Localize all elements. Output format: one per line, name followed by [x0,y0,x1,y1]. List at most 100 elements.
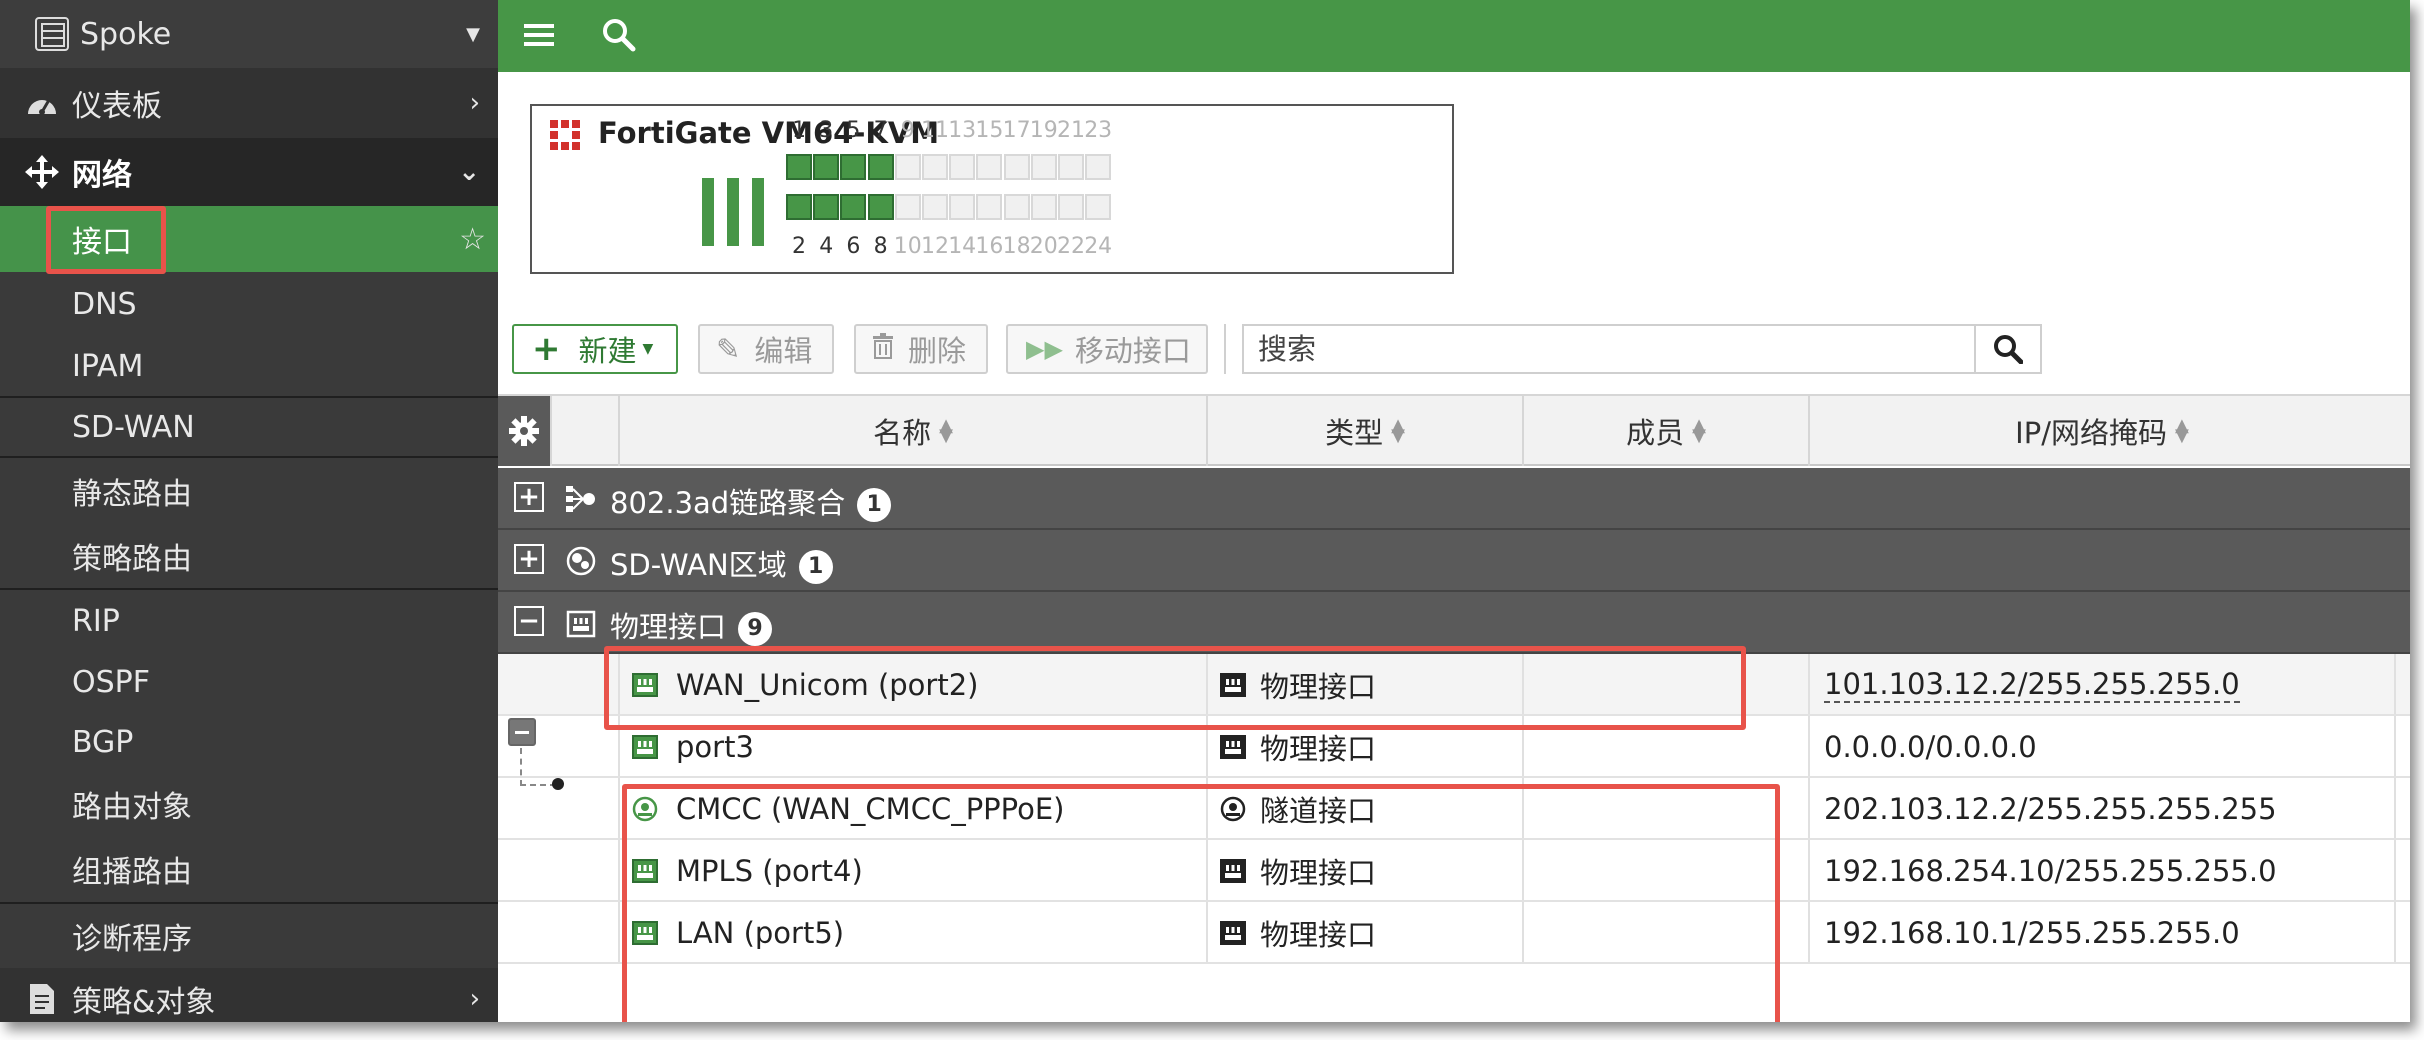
column-name[interactable]: 名称 ▲ ▼ [618,396,1206,466]
delete-button[interactable]: 删除 [854,324,988,374]
ip-cell: 192.168.254.10/255.255.255.0 [1824,840,2384,902]
search-button[interactable] [1974,326,2040,372]
sidebar-item-label: 路由对象 [72,790,192,825]
port-top[interactable] [867,154,894,180]
chevron-right-icon: › [469,984,480,1014]
expand-icon[interactable]: + [514,544,544,574]
count-badge: 1 [857,487,892,522]
port-bottom[interactable] [1030,194,1057,220]
port-top[interactable] [840,154,867,180]
column-members[interactable]: 成员 ▲ ▼ [1522,396,1808,466]
port-bottom[interactable] [949,194,976,220]
menu-icon[interactable] [524,20,554,50]
group-label-text: 物理接口 [610,610,727,644]
port-top[interactable] [813,154,840,180]
column-divider [618,902,620,962]
sidebar-item-label: SD-WAN [72,409,195,445]
port-top[interactable] [976,154,1003,180]
sidebar: Spoke ▼ 仪表板 › 网络 ⌄ 接口 ☆ DNS IPAM SD-WAN … [0,0,498,1022]
port-bottom[interactable] [813,194,840,220]
column-type[interactable]: 类型 ▲ ▼ [1206,396,1522,466]
port-bottom[interactable] [1003,194,1030,220]
port-bottom[interactable] [1058,194,1084,220]
sidebar-item-sdwan[interactable]: SD-WAN [0,398,498,456]
column-divider [2394,654,2396,714]
port-top[interactable] [1003,154,1030,180]
interface-name[interactable]: port3 [676,730,754,764]
port-bottom[interactable] [786,194,812,220]
port-top[interactable] [922,154,948,180]
expand-icon[interactable]: + [514,482,544,512]
move-interface-button[interactable]: ▶▶ 移动接口 [1006,324,1208,374]
sort-icon: ▲ ▼ [1391,415,1405,446]
sidebar-item-rip[interactable]: RIP [0,590,498,652]
ip-cell: 192.168.10.1/255.255.255.0 [1824,902,2384,964]
ip-cell: 0.0.0.0/0.0.0.0 [1824,716,2384,778]
sidebar-item-diagnostics[interactable]: 诊断程序 [0,904,498,968]
port-bottom[interactable] [922,194,948,220]
sidebar-item-ipam[interactable]: IPAM [0,336,498,396]
sidebar-item-label: BGP [72,724,134,760]
sidebar-item-ospf[interactable]: OSPF [0,652,498,712]
pencil-icon: ✎ [716,332,741,366]
port-top[interactable] [1085,154,1112,180]
sidebar-item-label: 策略&对象 [72,985,216,1020]
sidebar-item-policy-objects[interactable]: 策略&对象 › [0,968,498,1022]
dashboard-icon [24,85,60,121]
tree-node-dot [552,778,564,790]
port-bottom[interactable] [894,194,921,220]
port-number-top: 23 [1084,118,1113,143]
fortinet-logo-icon [550,120,580,150]
column-name-label: 名称 [873,416,932,450]
port-top[interactable] [949,154,976,180]
sidebar-item-label: 策略路由 [72,542,192,577]
sidebar-item-static-routes[interactable]: 静态路由 [0,458,498,524]
collapse-icon[interactable]: − [514,606,544,636]
search-input[interactable] [1244,326,1962,372]
port-top[interactable] [1030,154,1057,180]
delete-button-label: 删除 [908,334,967,368]
port-bottom[interactable] [840,194,867,220]
sdwan-icon [566,546,596,576]
sidebar-item-multicast[interactable]: 组播路由 [0,836,498,902]
sidebar-item-policy-routes[interactable]: 策略路由 [0,524,498,588]
double-arrow-icon: ▶▶ [1026,335,1063,363]
policy-icon [24,981,60,1017]
ip-netmask[interactable]: 101.103.12.2/255.255.255.0 [1824,667,2240,703]
group-row-aggregate[interactable]: + 802.3ad链路聚合 1 [498,468,2410,530]
sidebar-item-network[interactable]: 网络 ⌄ [0,138,498,206]
ethernet-port-icon [566,608,596,638]
move-button-label: 移动接口 [1074,334,1191,368]
toolbar-divider [1224,324,1226,374]
sidebar-item-dns[interactable]: DNS [0,272,498,336]
sidebar-item-label: 静态路由 [72,477,192,512]
collapse-child-icon[interactable] [508,718,536,746]
sidebar-item-dashboard[interactable]: 仪表板 › [0,68,498,138]
column-divider [618,778,620,838]
device-faceplate: FortiGate VM64-KVM 1 3 5 7 9 11 13 15 17 19 21 23 2 4… [530,104,1454,274]
annotation-highlight [622,784,1780,1022]
port-bottom[interactable] [1085,194,1112,220]
search-icon[interactable] [602,18,636,52]
port-top[interactable] [1058,154,1084,180]
edit-button[interactable]: ✎ 编辑 [698,324,834,374]
column-members-label: 成员 [1626,416,1685,450]
column-settings-button[interactable] [498,396,550,466]
port-bottom[interactable] [867,194,894,220]
new-button[interactable]: + 新建 ▼ [512,324,678,374]
sidebar-item-routing-objects[interactable]: 路由对象 [0,772,498,836]
group-row-sdwan-zone[interactable]: + SD-WAN区域 1 [498,530,2410,592]
column-divider [1808,902,1810,962]
group-row-physical[interactable]: − 物理接口 9 [498,592,2410,654]
sort-icon: ▲ ▼ [939,415,953,446]
search-box [1242,324,2042,374]
sidebar-item-bgp[interactable]: BGP [0,712,498,772]
port-top[interactable] [894,154,921,180]
device-selector[interactable]: Spoke ▼ [0,0,498,68]
port-top[interactable] [786,154,812,180]
port-bottom[interactable] [976,194,1003,220]
star-icon[interactable]: ☆ [459,222,486,257]
column-divider [1808,840,1810,900]
column-ip[interactable]: IP/网络掩码 ▲ ▼ [1808,396,2394,466]
column-type-label: 类型 [1325,416,1384,450]
